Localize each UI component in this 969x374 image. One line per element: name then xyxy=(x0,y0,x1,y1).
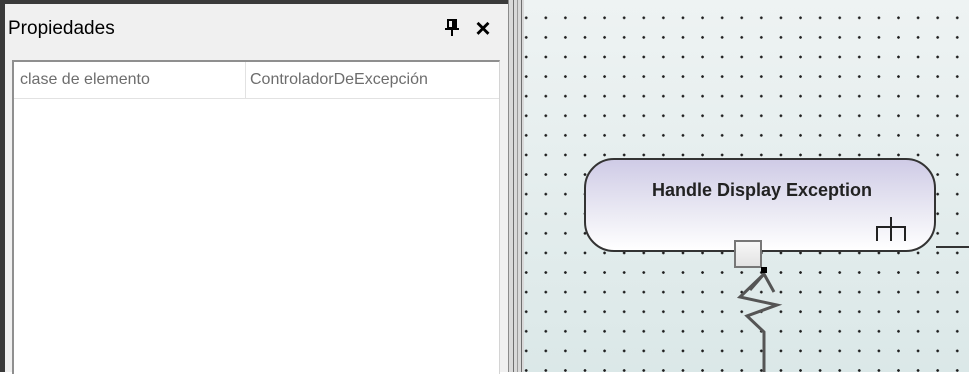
close-icon: × xyxy=(475,13,491,43)
properties-header: Propiedades × xyxy=(5,4,508,52)
diagram-canvas[interactable]: Handle Display Exception xyxy=(524,0,969,372)
splitter-line xyxy=(517,0,518,372)
property-row[interactable]: clase de elemento ControladorDeExcepción xyxy=(14,62,499,99)
splitter-line xyxy=(513,0,514,372)
exception-flow-arrow[interactable] xyxy=(524,0,969,372)
splitter-line xyxy=(521,0,522,372)
pin-button[interactable] xyxy=(441,16,463,40)
property-key: clase de elemento xyxy=(20,71,150,88)
column-divider xyxy=(245,62,246,98)
panel-title: Propiedades xyxy=(8,18,115,39)
properties-grid: clase de elemento ControladorDeExcepción xyxy=(12,60,500,374)
property-value[interactable]: ControladorDeExcepción xyxy=(250,62,495,98)
close-button[interactable]: × xyxy=(471,15,495,41)
exception-pin[interactable] xyxy=(734,240,762,268)
pin-icon xyxy=(445,19,459,36)
selection-handle[interactable] xyxy=(761,267,767,273)
properties-panel: Propiedades × clase de elemento Controla… xyxy=(5,4,508,374)
panel-splitter[interactable] xyxy=(508,0,525,372)
